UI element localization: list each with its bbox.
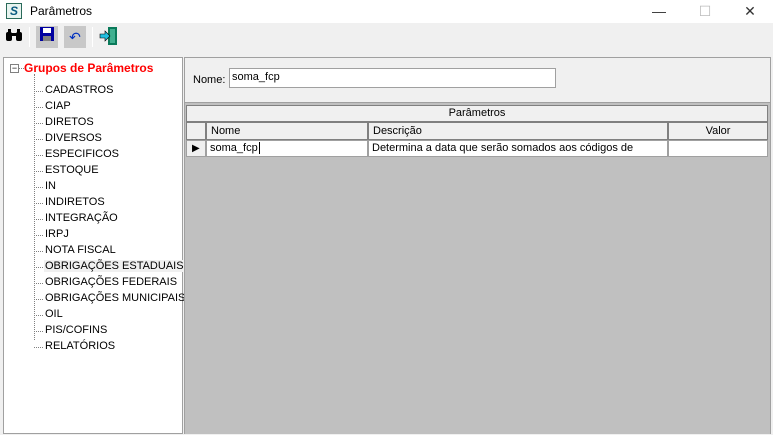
binoculars-icon[interactable] — [3, 26, 25, 48]
close-button[interactable]: ✕ — [727, 0, 773, 23]
tree-connector — [34, 203, 43, 204]
tree-item[interactable]: OBRIGAÇÕES MUNICIPAIS — [44, 292, 186, 304]
details-panel: Nome: soma_fcp Parâmetros Nome Descrição… — [184, 57, 771, 434]
column-header-valor[interactable]: Valor — [668, 122, 768, 140]
tree-item[interactable]: IN — [44, 180, 57, 192]
column-header-nome[interactable]: Nome — [206, 122, 368, 140]
tree-item[interactable]: ESPECIFICOS — [44, 148, 120, 160]
minimize-button[interactable]: — — [636, 0, 682, 23]
row-indicator-icon: ▶ — [186, 140, 206, 157]
tree-connector — [34, 235, 43, 236]
app-icon: S — [6, 3, 22, 19]
title-bar: S Parâmetros — ☐ ✕ — [0, 0, 773, 23]
tree-item[interactable]: OBRIGAÇÕES ESTADUAIS — [44, 260, 185, 272]
tree-item[interactable]: DIRETOS — [44, 116, 95, 128]
tree-item[interactable]: RELATÓRIOS — [44, 340, 116, 352]
name-input[interactable]: soma_fcp — [229, 68, 556, 88]
cell-nome-text: soma_fcp — [210, 142, 258, 154]
cell-nome[interactable]: soma_fcp — [206, 140, 368, 157]
tree-item[interactable]: ESTOQUE — [44, 164, 100, 176]
name-label: Nome: — [193, 74, 226, 86]
tree-connector — [34, 315, 43, 316]
toolbar-separator — [29, 27, 30, 47]
collapse-icon[interactable]: − — [10, 64, 19, 73]
tree-connector — [34, 171, 43, 172]
text-cursor — [258, 142, 260, 154]
indicator-header — [186, 122, 206, 140]
tree-connector — [34, 139, 43, 140]
tree-item[interactable]: INDIRETOS — [44, 196, 106, 208]
tree-connector — [34, 219, 43, 220]
tree-item[interactable]: PIS/COFINS — [44, 324, 108, 336]
cell-valor[interactable] — [668, 140, 768, 157]
tree-connector — [34, 91, 43, 92]
toolbar: ↶ — [0, 23, 773, 53]
tree-connector — [34, 299, 43, 300]
tree-connector — [34, 74, 35, 340]
exit-door-icon[interactable] — [98, 26, 120, 48]
tree-connector — [34, 187, 43, 188]
cell-descricao[interactable]: Determina a data que serão somados aos c… — [368, 140, 668, 157]
grid-title: Parâmetros — [186, 105, 768, 122]
tree-connector — [34, 347, 43, 348]
parameters-grid: Parâmetros Nome Descrição Valor ▶ soma_f… — [185, 102, 770, 434]
tree-item[interactable]: DIVERSOS — [44, 132, 103, 144]
column-header-descricao[interactable]: Descrição — [368, 122, 668, 140]
tree-item[interactable]: INTEGRAÇÃO — [44, 212, 119, 224]
parameter-groups-tree[interactable]: − Grupos de Parâmetros CADASTROS CIAP DIRE… — [3, 57, 186, 434]
tree-connector — [34, 251, 43, 252]
toolbar-separator — [92, 27, 93, 47]
tree-connector — [34, 123, 43, 124]
tree-item[interactable]: OIL — [44, 308, 64, 320]
floppy-disk-icon[interactable] — [36, 26, 58, 48]
tree-connector — [34, 283, 43, 284]
tree-connector — [34, 331, 43, 332]
tree-item[interactable]: OBRIGAÇÕES FEDERAIS — [44, 276, 178, 288]
tree-item[interactable]: CADASTROS — [44, 84, 114, 96]
maximize-button[interactable]: ☐ — [682, 0, 728, 23]
tree-item[interactable]: NOTA FISCAL — [44, 244, 117, 256]
tree-item[interactable]: IRPJ — [44, 228, 70, 240]
tree-connector — [34, 155, 43, 156]
tree-connector — [34, 267, 43, 268]
tree-root[interactable]: Grupos de Parâmetros — [24, 61, 153, 75]
tree-item[interactable]: CIAP — [44, 100, 72, 112]
undo-icon[interactable]: ↶ — [64, 26, 86, 48]
tree-connector — [34, 107, 43, 108]
window-title: Parâmetros — [30, 4, 93, 18]
